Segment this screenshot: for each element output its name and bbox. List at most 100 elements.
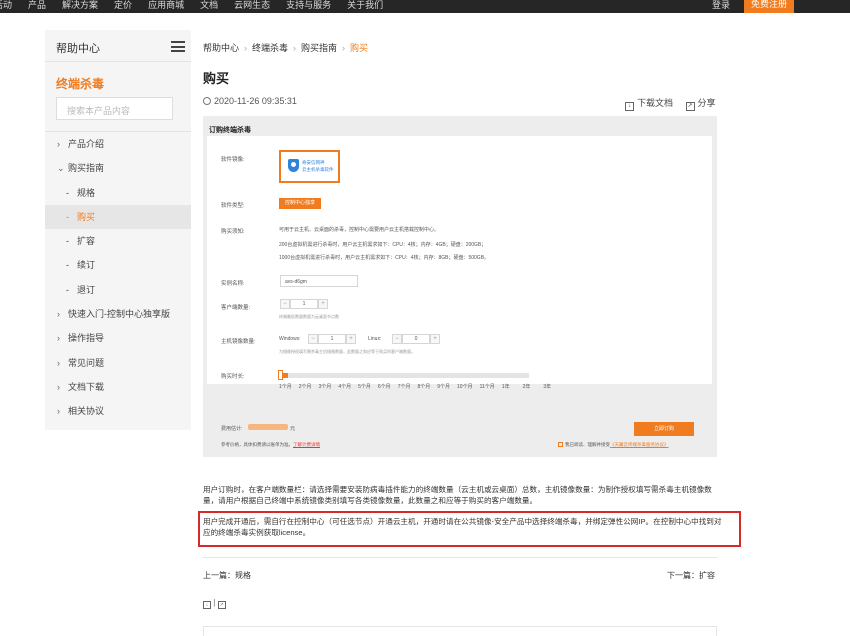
hosts-label: 主机镜像数量: <box>221 339 256 345</box>
sidebar-item-faq[interactable]: › 常见问题 <box>45 351 191 375</box>
clients-plus-button[interactable]: + <box>318 299 328 309</box>
order-form-title: 订购终端杀毒 <box>209 127 251 134</box>
nav-item-support[interactable]: 支持与服务 <box>286 0 331 11</box>
clients-label: 客户端数量: <box>221 305 251 311</box>
linux-plus-button[interactable]: + <box>430 334 440 344</box>
download-icon[interactable]: ↓ <box>203 601 211 609</box>
duration-5m[interactable]: 5个月 <box>358 383 371 390</box>
order-form-body: 软件镜像: 奇安信网神 云主机杀毒软件 软件类型: 控制中心独享 购买须知: 可… <box>207 136 712 384</box>
footer-actions: ↓ | ↗ <box>203 598 226 609</box>
duration-3y[interactable]: 3年 <box>543 383 551 390</box>
download-icon: ↓ <box>625 102 634 111</box>
doc-actions: ↓ 下载文档 ↗ 分享 <box>625 96 716 111</box>
nav-item-pricing[interactable]: 定价 <box>114 0 132 11</box>
notice-line-2: 200台虚拟机需进行杀毒时，用户云主机需求如下：CPU：4核；内存：4GB；硬盘… <box>279 242 487 248</box>
duration-9m[interactable]: 9个月 <box>437 383 450 390</box>
duration-slider-handle[interactable] <box>278 370 283 380</box>
download-doc-button[interactable]: ↓ 下载文档 <box>625 98 673 111</box>
breadcrumb: 帮助中心 › 终端杀毒 › 购买指南 › 购买 <box>203 43 369 53</box>
nav-item-ecosystem[interactable]: 云网生态 <box>234 0 270 11</box>
notice-label: 购买须知: <box>221 229 245 235</box>
windows-quantity-input[interactable]: 1 <box>318 334 346 344</box>
duration-3m[interactable]: 3个月 <box>319 383 332 390</box>
linux-label: Linux: <box>368 336 382 342</box>
top-navbar: 活动 产品 解决方案 定价 应用商城 文档 云网生态 支持与服务 关于我们 登录… <box>0 0 850 13</box>
linux-quantity-input[interactable]: 0 <box>402 334 430 344</box>
nav-item-product[interactable]: 产品 <box>28 0 46 11</box>
sidebar-item-unsubscribe[interactable]: - 退订 <box>45 278 191 302</box>
nav-item-activity[interactable]: 活动 <box>0 0 12 11</box>
duration-slider-track[interactable] <box>278 373 529 378</box>
duration-10m[interactable]: 10个月 <box>457 383 473 390</box>
sidebar-item-quickstart[interactable]: › 快速入门-控制中心独享版 <box>45 302 191 326</box>
duration-ticks: 1个月 2个月 3个月 4个月 5个月 6个月 7个月 8个月 9个月 10个月 11个月 1年 2年 3… <box>279 383 558 390</box>
price-label: 费用估计: <box>221 426 243 432</box>
top-nav-menu: 活动 产品 解决方案 定价 应用商城 文档 云网生态 支持与服务 关于我们 <box>0 0 399 11</box>
login-link[interactable]: 登录 <box>712 0 730 11</box>
windows-plus-button[interactable]: + <box>346 334 356 344</box>
nav-item-docs[interactable]: 文档 <box>200 0 218 11</box>
instance-name-input[interactable]: avs-d6gm <box>280 275 358 287</box>
sidebar-item-doc-download[interactable]: › 文档下载 <box>45 375 191 399</box>
chevron-right-icon: › <box>57 139 60 149</box>
agree-checkbox[interactable] <box>558 442 563 447</box>
chevron-right-icon: › <box>57 333 60 343</box>
duration-6m[interactable]: 6个月 <box>378 383 391 390</box>
sidebar-title[interactable]: 帮助中心 <box>56 40 100 56</box>
sidebar-item-agreements[interactable]: › 相关协议 <box>45 399 191 423</box>
next-article-link[interactable]: 下一篇：扩容 <box>667 570 715 581</box>
sidebar-item-spec[interactable]: - 规格 <box>45 181 191 205</box>
sidebar-item-renew[interactable]: - 续订 <box>45 253 191 277</box>
sidebar-item-product-intro[interactable]: › 产品介绍 <box>45 132 191 156</box>
nav-item-marketplace[interactable]: 应用商城 <box>148 0 184 11</box>
hamburger-menu-icon[interactable] <box>171 41 185 52</box>
hosts-hint: 为镜像授权填写需杀毒主机镜像数量，此数量之和应等于购买的客户端数量。 <box>279 349 415 354</box>
linux-minus-button[interactable]: − <box>392 334 402 344</box>
notice-line-3: 1000台虚拟机需进行杀毒时，用户云主机需求如下：CPU：4核；内存：8GB；硬… <box>279 255 490 261</box>
duration-1m[interactable]: 1个月 <box>279 383 292 390</box>
control-center-type-button[interactable]: 控制中心独享 <box>279 198 321 209</box>
breadcrumb-purchase-guide[interactable]: 购买指南 <box>301 43 337 53</box>
sidebar-item-expand[interactable]: - 扩容 <box>45 229 191 253</box>
price-value-blurred <box>248 424 288 430</box>
duration-7m[interactable]: 7个月 <box>398 383 411 390</box>
shield-icon <box>288 159 299 172</box>
duration-8m[interactable]: 8个月 <box>417 383 430 390</box>
duration-2y[interactable]: 2年 <box>523 383 531 390</box>
chevron-right-icon: › <box>57 406 60 416</box>
billing-details-link[interactable]: 了解计费详情 <box>293 442 320 447</box>
duration-2m[interactable]: 2个月 <box>299 383 312 390</box>
price-reference: 参考价格，具体扣费请以账单为准。了解计费详情 <box>221 442 320 447</box>
instance-label: 实例名称: <box>221 281 245 287</box>
duration-1y[interactable]: 1年 <box>502 383 510 390</box>
share-icon[interactable]: ↗ <box>217 601 226 609</box>
service-agreement-link[interactable]: 《天翼云终端杀毒服务协议》 <box>610 442 669 447</box>
clients-quantity-input[interactable]: 1 <box>290 299 318 309</box>
clock-icon <box>203 97 211 105</box>
search-input[interactable]: 搜索本产品内容 <box>56 97 173 120</box>
sidebar-item-operations[interactable]: › 操作指导 <box>45 326 191 350</box>
agreement: 我已阅读、理解并接受《天翼云终端杀毒服务协议》 <box>558 442 669 448</box>
breadcrumb-help-center[interactable]: 帮助中心 <box>203 43 239 53</box>
duration-4m[interactable]: 4个月 <box>338 383 351 390</box>
sidebar-item-buy[interactable]: - 购买 <box>45 205 191 229</box>
chevron-down-icon: ⌄ <box>57 163 65 173</box>
breadcrumb-endpoint-av[interactable]: 终端杀毒 <box>252 43 288 53</box>
register-button[interactable]: 免费注册 <box>744 0 794 13</box>
windows-label: Windows: <box>279 336 301 342</box>
page-title: 购买 <box>203 71 230 86</box>
chevron-right-icon: › <box>57 309 60 319</box>
clients-minus-button[interactable]: − <box>280 299 290 309</box>
chevron-right-icon: › <box>57 358 60 368</box>
nav-item-about[interactable]: 关于我们 <box>347 0 383 11</box>
sidebar-item-purchase-guide[interactable]: ⌄ 购买指南 <box>45 156 191 180</box>
sidebar-product-name: 终端杀毒 <box>56 77 105 91</box>
order-now-button[interactable]: 立即订购 <box>634 422 694 436</box>
sidebar-header: 帮助中心 <box>45 30 191 62</box>
software-mirror-card[interactable]: 奇安信网神 云主机杀毒软件 <box>279 150 340 183</box>
duration-11m[interactable]: 11个月 <box>480 383 495 390</box>
windows-minus-button[interactable]: − <box>308 334 318 344</box>
nav-item-solution[interactable]: 解决方案 <box>62 0 98 11</box>
prev-article-link[interactable]: 上一篇：规格 <box>203 570 251 581</box>
share-button[interactable]: ↗ 分享 <box>685 98 716 111</box>
